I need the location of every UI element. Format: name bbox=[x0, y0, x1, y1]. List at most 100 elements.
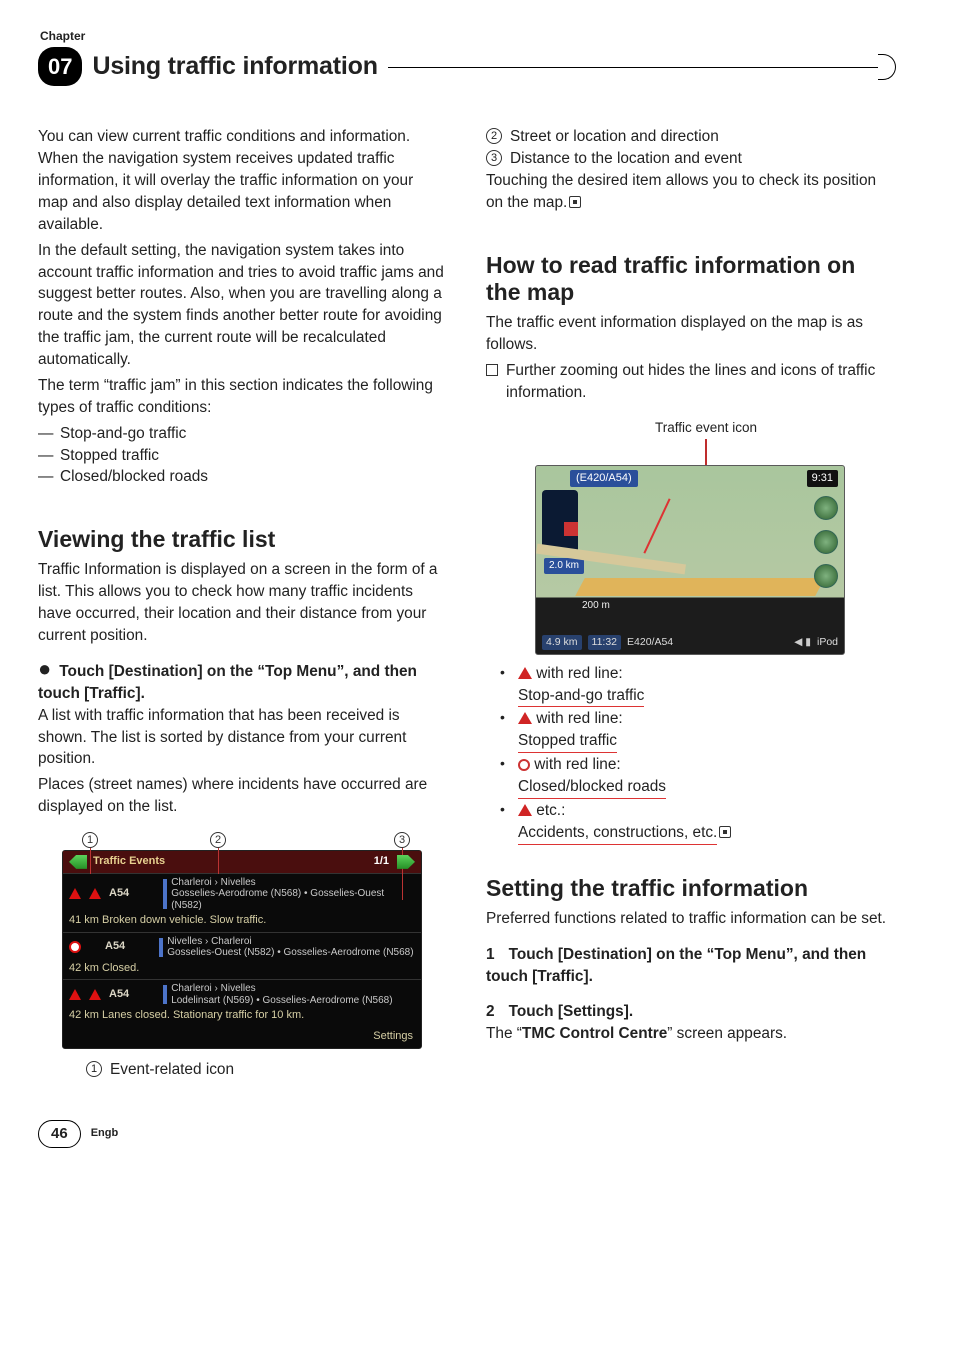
distance-badge: 2.0 km bbox=[544, 558, 584, 574]
callout-3-icon: 3 bbox=[486, 150, 502, 166]
page-footer: 46 Engb bbox=[38, 1120, 894, 1147]
road-label: A54 bbox=[109, 886, 129, 902]
settings-button[interactable]: Settings bbox=[63, 1027, 421, 1048]
sec3-paragraph-1: Preferred functions related to traffic i… bbox=[486, 908, 894, 930]
traffic-event-row[interactable]: A54 Charleroi › Nivelles Gosselies-Aerod… bbox=[63, 873, 421, 932]
event-points: Gosselies-Ouest (N582) • Gosselies-Aerod… bbox=[167, 947, 413, 959]
traffic-conditions-list: —Stop-and-go traffic —Stopped traffic —C… bbox=[38, 423, 446, 489]
traffic-events-title: Traffic Events bbox=[87, 854, 374, 870]
legend-text: with red line: bbox=[536, 710, 622, 727]
sec1-paragraph-1: Traffic Information is displayed on a sc… bbox=[38, 559, 446, 647]
bottom-road: E420/A54 bbox=[627, 635, 788, 650]
closure-icon bbox=[69, 941, 81, 953]
warning-icon bbox=[518, 804, 532, 816]
event-footer: 42 km Closed. bbox=[69, 961, 415, 977]
warning-icon bbox=[89, 989, 101, 1000]
sec1-paragraph-3: Places (street names) where incidents ha… bbox=[38, 774, 446, 818]
eta: 11:32 bbox=[588, 635, 622, 650]
clock: 9:31 bbox=[807, 470, 838, 488]
callout-1-icon: 1 bbox=[86, 1061, 102, 1077]
warning-icon bbox=[518, 712, 532, 724]
section-heading-viewing-list: Viewing the traffic list bbox=[38, 526, 446, 553]
sec3-paragraph-2: The “TMC Control Centre” screen appears. bbox=[486, 1023, 894, 1045]
traffic-line bbox=[643, 498, 670, 553]
page-indicator: 1/1 bbox=[374, 854, 389, 870]
callout-1-icon: 1 bbox=[82, 832, 98, 848]
warning-icon bbox=[518, 667, 532, 679]
chapter-label: Chapter bbox=[40, 28, 894, 45]
warning-icon bbox=[69, 989, 81, 1000]
right-column: 2 Street or location and direction 3 Dis… bbox=[486, 126, 894, 1080]
section-heading-setting: Setting the traffic information bbox=[486, 875, 894, 902]
title-rule bbox=[388, 52, 894, 82]
intro-paragraph-3: The term “traffic jam” in this section i… bbox=[38, 375, 446, 419]
touch-note: Touching the desired item allows you to … bbox=[486, 170, 894, 214]
event-direction: Charleroi › Nivelles bbox=[171, 983, 392, 995]
page-number: 46 bbox=[38, 1120, 81, 1147]
traffic-events-screen[interactable]: Traffic Events 1/1 A54 Charleroi › Nivel… bbox=[62, 850, 422, 1049]
section-heading-how-to-read: How to read traffic information on the m… bbox=[486, 252, 894, 306]
map-screen[interactable]: (E420/A54) 9:31 2.0 km 200 m 4.9 km 11:3… bbox=[535, 465, 845, 655]
traffic-events-figure: 1 2 3 Traffic Events 1/1 bbox=[38, 832, 446, 1049]
warning-icon bbox=[89, 888, 101, 899]
road-label: A54 bbox=[105, 939, 125, 955]
list-item: Closed/blocked roads bbox=[60, 466, 208, 488]
forward-button-icon[interactable] bbox=[397, 855, 415, 869]
end-of-section-icon bbox=[719, 826, 731, 838]
legend-desc: Stopped traffic bbox=[518, 730, 617, 753]
step-2: 2Touch [Settings]. bbox=[486, 1001, 894, 1023]
callout-line bbox=[705, 439, 707, 465]
map-callout-label: Traffic event icon bbox=[567, 418, 845, 437]
legend-text: etc.: bbox=[536, 802, 565, 819]
back-button-icon[interactable] bbox=[69, 855, 87, 869]
bullet-icon: ● bbox=[38, 656, 51, 681]
intro-paragraph-1: You can view current traffic conditions … bbox=[38, 126, 446, 235]
title-bar: 07 Using traffic information bbox=[38, 47, 894, 86]
callout-2-icon: 2 bbox=[210, 832, 226, 848]
intro-paragraph-2: In the default setting, the navigation s… bbox=[38, 240, 446, 371]
end-of-section-icon bbox=[569, 196, 581, 208]
chapter-number-pill: 07 bbox=[38, 47, 82, 86]
map-scale: 200 m bbox=[582, 599, 610, 613]
legend-text: with red line: bbox=[534, 756, 620, 773]
sec2-paragraph-1: The traffic event information displayed … bbox=[486, 312, 894, 356]
callout-2-icon: 2 bbox=[486, 128, 502, 144]
traffic-event-row[interactable]: A54 Charleroi › Nivelles Lodelinsart (N5… bbox=[63, 979, 421, 1027]
step-instruction: ●Touch [Destination] on the “Top Menu”, … bbox=[38, 661, 446, 705]
traffic-event-icon bbox=[564, 522, 578, 536]
list-item: Stopped traffic bbox=[60, 445, 159, 467]
legend-desc: Stop-and-go traffic bbox=[518, 685, 644, 708]
event-direction: Nivelles › Charleroi bbox=[167, 936, 413, 948]
left-column: You can view current traffic conditions … bbox=[38, 126, 446, 1080]
event-footer: 41 km Broken down vehicle. Slow traffic. bbox=[69, 913, 415, 929]
legend-desc: Accidents, constructions, etc. bbox=[518, 822, 717, 845]
road-label: A54 bbox=[109, 987, 129, 1003]
note-box-icon bbox=[486, 364, 498, 376]
legend-2-text: Street or location and direction bbox=[510, 126, 719, 148]
note-text: Further zooming out hides the lines and … bbox=[506, 360, 894, 404]
event-points: Gosselies-Aerodrome (N568) • Gosselies-O… bbox=[171, 888, 415, 911]
language-code: Engb bbox=[91, 1126, 119, 1142]
legend-desc: Closed/blocked roads bbox=[518, 776, 666, 799]
map-control-button[interactable] bbox=[814, 530, 838, 554]
sec1-paragraph-2: A list with traffic information that has… bbox=[38, 705, 446, 771]
legend-1-text: Event-related icon bbox=[110, 1059, 234, 1081]
list-item: Stop-and-go traffic bbox=[60, 423, 186, 445]
road-sign: (E420/A54) bbox=[570, 470, 638, 488]
note: Further zooming out hides the lines and … bbox=[486, 360, 894, 404]
callout-3-icon: 3 bbox=[394, 832, 410, 848]
audio-source: iPod bbox=[817, 635, 838, 650]
legend-3-text: Distance to the location and event bbox=[510, 148, 742, 170]
event-direction: Charleroi › Nivelles bbox=[171, 877, 415, 889]
event-footer: 42 km Lanes closed. Stationary traffic f… bbox=[69, 1008, 415, 1024]
step-1: 1Touch [Destination] on the “Top Menu”, … bbox=[486, 944, 894, 988]
map-control-button[interactable] bbox=[814, 564, 838, 588]
event-points: Lodelinsart (N569) • Gosselies-Aerodrome… bbox=[171, 995, 392, 1007]
warning-icon bbox=[69, 888, 81, 899]
next-distance: 4.9 km bbox=[542, 635, 582, 650]
page-title: Using traffic information bbox=[92, 49, 377, 85]
map-control-button[interactable] bbox=[814, 496, 838, 520]
map-figure: Traffic event icon (E420/A54) 9:31 2.0 k… bbox=[486, 418, 894, 655]
traffic-event-row[interactable]: A54 Nivelles › Charleroi Gosselies-Ouest… bbox=[63, 932, 421, 980]
icon-legend-list: with red line: Stop-and-go traffic with … bbox=[486, 663, 894, 845]
